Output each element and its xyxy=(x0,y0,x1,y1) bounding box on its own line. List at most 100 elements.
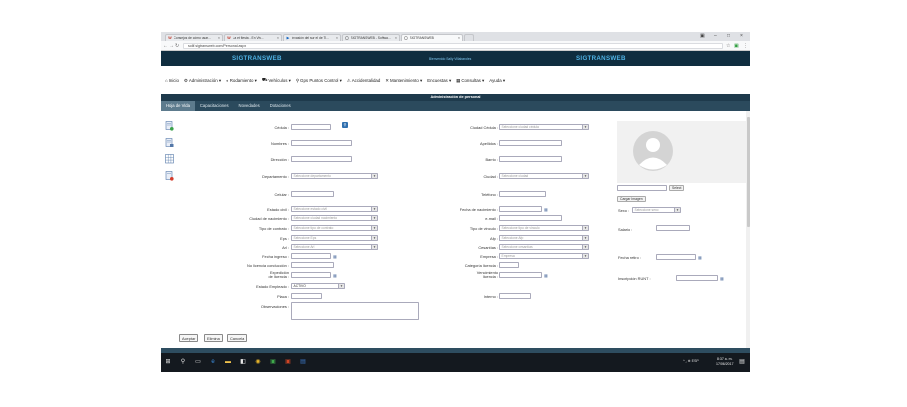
apellidos-input[interactable] xyxy=(499,140,562,146)
star-icon[interactable]: ☆ xyxy=(726,43,730,49)
menu-item-6[interactable]: ✕ Mantenimiento ▾ xyxy=(385,77,422,84)
back-icon[interactable]: ← xyxy=(163,43,168,49)
telefono-input[interactable] xyxy=(499,191,546,197)
fecha-nacimiento-input[interactable] xyxy=(499,206,542,212)
new-tab-button[interactable] xyxy=(464,33,474,41)
profile-icon[interactable]: ▣ xyxy=(700,33,705,39)
cedula-input[interactable] xyxy=(291,124,331,130)
aceptar-button[interactable]: Aceptar xyxy=(179,334,199,342)
forward-icon[interactable]: → xyxy=(169,43,174,49)
calendar-icon[interactable]: ▦ xyxy=(544,273,549,278)
browser-tab-4[interactable]: ▢ SIGTRANSWEB - Softwa... × xyxy=(342,33,400,41)
nombres-input[interactable] xyxy=(291,140,352,146)
menu-item-2[interactable]: ◐ Rodamiento ▾ xyxy=(226,77,257,84)
app-green-icon[interactable]: ▣ xyxy=(269,358,277,366)
email-input[interactable] xyxy=(499,215,562,221)
menu-item-9[interactable]: Ayuda ▾ xyxy=(489,77,505,84)
calendar-icon[interactable]: ▦ xyxy=(698,255,703,260)
ciudad-nacimiento-select[interactable]: Seleccione ciudad nacimiento xyxy=(291,215,378,221)
arl-select[interactable]: Seleccione Arl xyxy=(291,244,378,250)
maximize-button[interactable]: □ xyxy=(727,33,730,39)
interno-input[interactable] xyxy=(499,293,531,299)
reload-icon[interactable]: ↻ xyxy=(175,43,179,49)
categoria-input[interactable] xyxy=(499,262,519,268)
folder-icon[interactable]: ▬ xyxy=(224,358,232,366)
tab-novedades[interactable]: Novedades xyxy=(234,101,265,111)
chrome-icon[interactable]: ◉ xyxy=(254,358,262,366)
file-path-input[interactable] xyxy=(617,185,667,191)
close-icon[interactable]: × xyxy=(336,36,338,40)
word-icon[interactable]: ▤ xyxy=(299,358,307,366)
delete-document-icon[interactable] xyxy=(165,171,174,181)
windows-start-icon[interactable]: ⊞ xyxy=(164,358,172,366)
licencia-input[interactable] xyxy=(291,262,334,268)
tab-dotaciones[interactable]: Dotaciones xyxy=(265,101,296,111)
select-file-button[interactable]: Select xyxy=(669,185,685,191)
new-document-icon[interactable] xyxy=(165,121,174,131)
eps-select[interactable]: Seleccione Eps xyxy=(291,235,378,241)
direccion-input[interactable] xyxy=(291,156,352,162)
fecha-retiro-input[interactable] xyxy=(656,254,696,260)
browser-tab-1[interactable]: W Consejos de cómo usar... × xyxy=(165,33,223,41)
salario-input[interactable] xyxy=(656,225,690,231)
calendar-icon[interactable]: ▦ xyxy=(720,276,725,281)
task-view-icon[interactable]: ▭ xyxy=(194,358,202,366)
notifications-icon[interactable]: ▤ xyxy=(738,358,746,366)
extension-icon[interactable]: ▣ xyxy=(734,43,739,49)
placa-input[interactable] xyxy=(291,293,322,299)
cargar-imagen-button[interactable]: Cargar Imagen xyxy=(617,196,646,202)
estado-civil-select[interactable]: Seleccione estado civil xyxy=(291,206,378,212)
ciudad-select[interactable]: Seleccione ciudad xyxy=(499,173,589,179)
tipo-contrato-select[interactable]: Seleccione tipo de contrato xyxy=(291,225,378,231)
fecha-ingreso-input[interactable] xyxy=(291,253,331,259)
page-scrollbar[interactable] xyxy=(746,111,750,348)
close-icon[interactable]: × xyxy=(277,36,279,40)
search-icon[interactable]: ⚲ xyxy=(342,122,348,128)
close-icon[interactable]: × xyxy=(395,36,397,40)
close-window-button[interactable]: × xyxy=(740,33,743,39)
menu-item-8[interactable]: ▦ Consultas ▾ xyxy=(456,77,484,84)
minimize-button[interactable]: – xyxy=(714,33,717,39)
sexo-select[interactable]: Seleccione sexo xyxy=(632,207,681,213)
tab-hoja-de-vida[interactable]: Hoja de Vida xyxy=(161,101,195,111)
estado-empleado-select[interactable]: ACTIVO xyxy=(291,283,345,289)
empresa-select[interactable]: Empresa xyxy=(499,253,589,259)
expedicion-input[interactable] xyxy=(291,272,331,278)
user-welcome-label[interactable]: Bienvenido Sally Villabaroles xyxy=(429,57,471,61)
departamento-select[interactable]: Seleccione departamento xyxy=(291,173,378,179)
vencimiento-input[interactable] xyxy=(499,272,542,278)
menu-item-4[interactable]: ⚲ Gps Puntos Control ▾ xyxy=(296,77,342,84)
menu-item-7[interactable]: Encuestas ▾ xyxy=(427,77,451,84)
close-icon[interactable]: × xyxy=(458,36,460,40)
browser-tab-3[interactable]: ▶ Invasión del sur el de Ti... × xyxy=(283,33,341,41)
cancelar-button[interactable]: Cancela xyxy=(227,334,248,342)
close-icon[interactable]: × xyxy=(218,36,220,40)
scrollbar-thumb[interactable] xyxy=(746,117,750,227)
menu-item-5[interactable]: ⚠ Accidentalidad xyxy=(347,77,381,84)
barrio-input[interactable] xyxy=(499,156,562,162)
search-icon[interactable]: ⚲ xyxy=(179,358,187,366)
menu-item-3[interactable]: ⛟ Vehículos ▾ xyxy=(262,77,291,84)
calendar-icon[interactable]: ▦ xyxy=(544,207,549,212)
grid-list-icon[interactable] xyxy=(165,154,174,164)
browser-tab-2[interactable]: W La et fiesta - En Viv... × xyxy=(224,33,282,41)
observaciones-textarea[interactable] xyxy=(291,302,419,320)
menu-dots-icon[interactable]: ⋮ xyxy=(743,43,748,49)
edge-icon[interactable]: e xyxy=(209,358,217,366)
system-tray[interactable]: ^ ⁁ ⊕ ESP xyxy=(683,359,699,363)
ciudad-cedula-select[interactable]: Seleccione ciudad cédula xyxy=(499,124,589,130)
inscripcion-runt-input[interactable] xyxy=(676,275,718,281)
afp-select[interactable]: Seleccione Afp xyxy=(499,235,589,241)
cesantias-select[interactable]: Seleccione cesantías xyxy=(499,244,589,250)
eliminar-button[interactable]: Elimina xyxy=(204,334,223,342)
tab-capacitaciones[interactable]: Capacitaciones xyxy=(195,101,234,111)
calendar-icon[interactable]: ▦ xyxy=(333,273,338,278)
menu-item-0[interactable]: ⌂ Inicio xyxy=(165,77,179,84)
taskbar-clock[interactable]: 8:37 a. m. 17/06/2017 xyxy=(716,357,734,367)
browser-tab-5-active[interactable]: ▢ SIGTRANSWEB × xyxy=(401,33,463,41)
edit-document-icon[interactable] xyxy=(165,138,174,148)
menu-item-1[interactable]: ⚙ Administración ▾ xyxy=(184,77,221,84)
celular-input[interactable] xyxy=(291,191,334,197)
url-input[interactable]: sollf.sigtransweb.com/Personal.aspx xyxy=(183,43,723,49)
tipo-vinculo-select[interactable]: Seleccione tipo de vinculo xyxy=(499,225,589,231)
